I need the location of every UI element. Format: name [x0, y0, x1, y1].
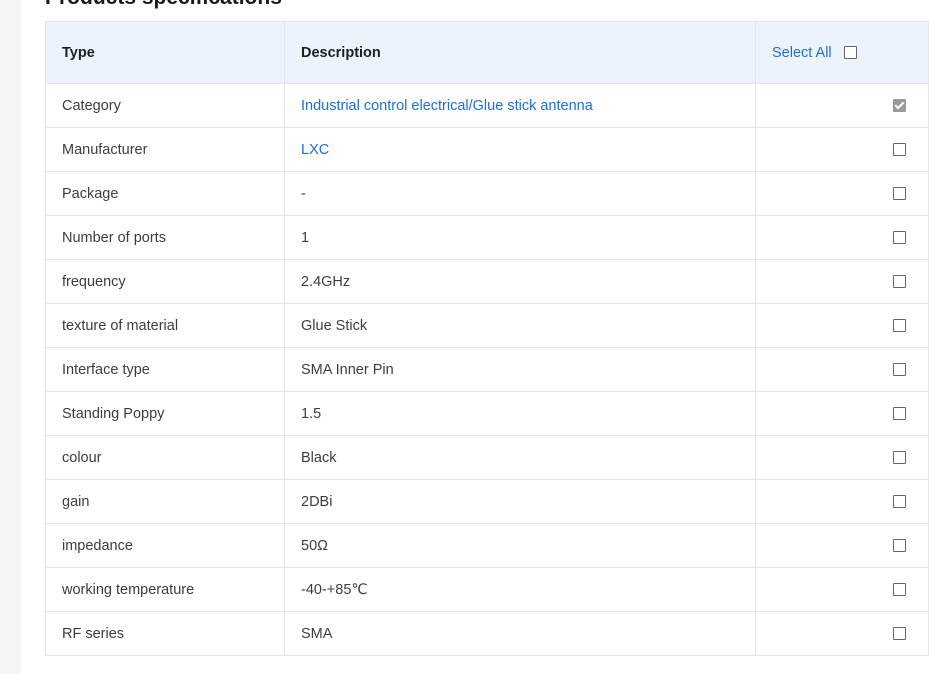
spec-description-cell: 50Ω [284, 523, 756, 568]
spec-select-cell [755, 611, 929, 656]
spec-description-link[interactable]: LXC [301, 142, 329, 158]
spec-description-text: SMA [301, 625, 333, 642]
spec-type-cell: Interface type [45, 347, 285, 392]
spec-description-cell: SMA [284, 611, 756, 656]
spec-description-cell: -40-+85℃ [284, 567, 756, 612]
spec-description-cell: 1 [284, 215, 756, 260]
row-checkbox[interactable] [893, 627, 906, 641]
row-checkbox[interactable] [893, 539, 906, 553]
spec-description-text: - [301, 185, 306, 202]
spec-type-cell: Manufacturer [45, 127, 285, 172]
header-select-all[interactable]: Select All [755, 21, 929, 84]
table-row: Standing Poppy 1.5 [45, 391, 929, 436]
table-header-row: Type Description Select All [45, 21, 929, 84]
spec-select-cell [755, 83, 929, 128]
table-row: Interface type SMA Inner Pin [45, 347, 929, 392]
row-checkbox[interactable] [893, 363, 906, 377]
table-row: Category Industrial control electrical/Gl… [45, 83, 929, 128]
select-all-link[interactable]: Select All [772, 45, 832, 61]
spec-select-cell [755, 259, 929, 304]
spec-description-cell: LXC [284, 127, 756, 172]
spec-type-cell: impedance [45, 523, 285, 568]
row-checkbox[interactable] [893, 451, 906, 465]
spec-type-cell: texture of material [45, 303, 285, 348]
spec-description-text: 2DBi [301, 493, 333, 510]
spec-description-cell: Glue Stick [284, 303, 756, 348]
row-checkbox[interactable] [893, 319, 906, 333]
row-checkbox[interactable] [893, 231, 906, 245]
header-description: Description [284, 21, 756, 84]
table-row: impedance 50Ω [45, 523, 929, 568]
table-row: gain 2DBi [45, 479, 929, 524]
row-checkbox[interactable] [893, 583, 906, 597]
table-row: RF series SMA [45, 611, 929, 656]
row-checkbox[interactable] [893, 495, 906, 509]
table-row: Manufacturer LXC [45, 127, 929, 172]
spec-description-cell: 2.4GHz [284, 259, 756, 304]
table-row: colour Black [45, 435, 929, 480]
spec-description-cell: - [284, 171, 756, 216]
spec-description-cell: 1.5 [284, 391, 756, 436]
select-all-checkbox[interactable] [843, 46, 857, 60]
spec-select-cell [755, 347, 929, 392]
spec-type-cell: Package [45, 171, 285, 216]
row-checkbox[interactable] [893, 187, 906, 201]
table-row: Number of ports 1 [45, 215, 929, 260]
spec-description-text: 1.5 [301, 405, 322, 422]
section-title: Products specifications [45, 0, 282, 10]
spec-description-text: Glue Stick [301, 317, 368, 334]
spec-description-cell: Industrial control electrical/Glue stick… [284, 83, 756, 128]
specifications-table: Type Description Select All Category Indu… [45, 21, 929, 656]
spec-description-cell: Black [284, 435, 756, 480]
spec-type-cell: Standing Poppy [45, 391, 285, 436]
spec-select-cell [755, 215, 929, 260]
spec-type-cell: working temperature [45, 567, 285, 612]
spec-select-cell [755, 523, 929, 568]
header-type: Type [45, 21, 285, 84]
table-row: texture of material Glue Stick [45, 303, 929, 348]
spec-type-cell: Category [45, 83, 285, 128]
spec-type-cell: colour [45, 435, 285, 480]
spec-description-cell: 2DBi [284, 479, 756, 524]
spec-description-text: 50Ω [301, 537, 328, 554]
table-row: Package - [45, 171, 929, 216]
spec-select-cell [755, 479, 929, 524]
spec-description-text: 2.4GHz [301, 273, 351, 290]
spec-select-cell [755, 171, 929, 216]
spec-type-cell: gain [45, 479, 285, 524]
spec-select-cell [755, 435, 929, 480]
spec-description-text: 1 [301, 229, 310, 246]
table-row: working temperature -40-+85℃ [45, 567, 929, 612]
spec-type-cell: Number of ports [45, 215, 285, 260]
spec-description-link[interactable]: Industrial control electrical/Glue stick… [301, 98, 593, 114]
spec-description-text: -40-+85℃ [301, 581, 368, 598]
spec-description-cell: SMA Inner Pin [284, 347, 756, 392]
row-checkbox[interactable] [893, 99, 906, 113]
spec-select-cell [755, 391, 929, 436]
spec-type-cell: RF series [45, 611, 285, 656]
table-row: frequency 2.4GHz [45, 259, 929, 304]
row-checkbox[interactable] [893, 407, 906, 421]
spec-type-cell: frequency [45, 259, 285, 304]
spec-select-cell [755, 127, 929, 172]
spec-select-cell [755, 303, 929, 348]
spec-select-cell [755, 567, 929, 612]
row-checkbox[interactable] [893, 275, 906, 289]
table-body: Category Industrial control electrical/Gl… [45, 83, 929, 656]
row-checkbox[interactable] [893, 143, 906, 157]
left-sidebar-strip [0, 0, 21, 674]
spec-description-text: SMA Inner Pin [301, 361, 394, 378]
spec-description-text: Black [301, 449, 337, 466]
